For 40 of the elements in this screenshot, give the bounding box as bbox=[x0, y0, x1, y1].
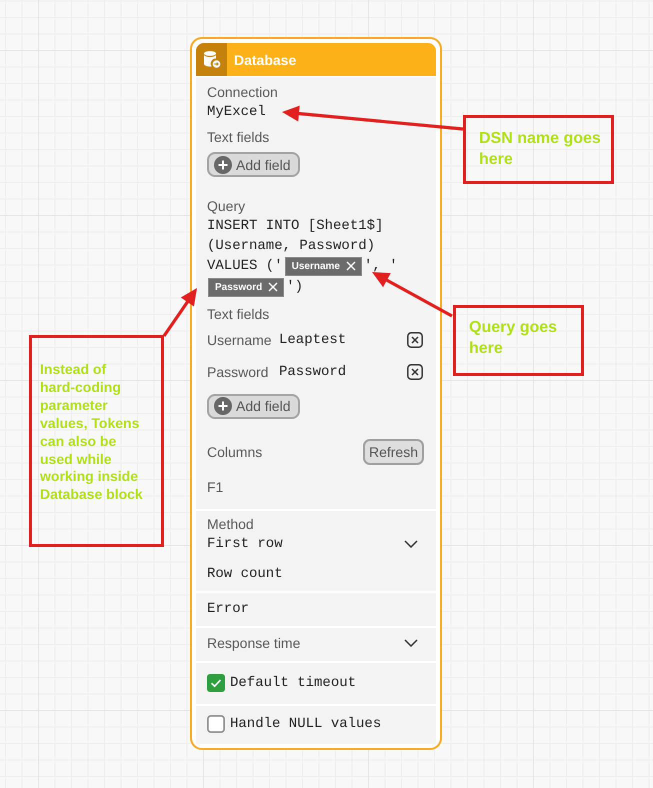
field-label: Text fields bbox=[207, 304, 270, 324]
annotation-text: Query goes here bbox=[469, 318, 558, 359]
column-name: F1 bbox=[207, 478, 224, 497]
field-label: Response time bbox=[207, 634, 300, 653]
query-text[interactable]: INSERT INTO [Sheet1$] bbox=[207, 216, 384, 236]
query-text[interactable]: ') bbox=[286, 277, 304, 297]
annotation-text: Instead of hard-coding parameter values, Tokens can also be used while working inside Database block bbox=[40, 361, 144, 504]
add-field-button[interactable]: Add field bbox=[207, 394, 300, 418]
query-text[interactable]: ', ' bbox=[364, 256, 398, 276]
chevron-icon[interactable] bbox=[404, 540, 418, 548]
checkbox[interactable] bbox=[207, 674, 225, 692]
close-icon[interactable] bbox=[407, 364, 423, 380]
token-chip[interactable]: Password bbox=[208, 278, 284, 296]
plus-icon bbox=[214, 397, 232, 415]
option-label[interactable]: Default timeout bbox=[230, 673, 356, 693]
annotation-text: DSN name goes here bbox=[479, 129, 602, 170]
output-name: Row count bbox=[207, 565, 284, 584]
method-value[interactable]: First row bbox=[207, 534, 283, 554]
field-label: Columns bbox=[207, 443, 262, 462]
option-label[interactable]: Handle NULL values bbox=[230, 714, 382, 734]
close-icon[interactable] bbox=[407, 332, 423, 348]
checkbox[interactable] bbox=[207, 715, 225, 733]
query-text[interactable]: (Username, Password) bbox=[207, 236, 376, 256]
field-name: Password bbox=[207, 364, 270, 380]
field-value[interactable]: Password bbox=[279, 362, 346, 382]
chevron-icon[interactable] bbox=[404, 639, 418, 647]
field-name: Username bbox=[207, 332, 273, 348]
query-text[interactable]: VALUES (' bbox=[207, 256, 283, 276]
add-field-button[interactable]: Add field bbox=[207, 152, 300, 177]
field-label: Query bbox=[207, 196, 246, 216]
field-label: Connection bbox=[207, 83, 279, 102]
field-value[interactable]: Leaptest bbox=[279, 330, 346, 350]
connection-value[interactable]: MyExcel bbox=[207, 102, 425, 122]
plus-icon bbox=[214, 156, 232, 174]
field-label: Method bbox=[207, 515, 255, 534]
field-label: Text fields bbox=[207, 128, 270, 147]
token-chip[interactable]: Username bbox=[284, 256, 362, 276]
output-name: Error bbox=[207, 600, 250, 619]
node-title: Database bbox=[234, 52, 296, 68]
refresh-button[interactable]: Refresh bbox=[362, 439, 424, 465]
